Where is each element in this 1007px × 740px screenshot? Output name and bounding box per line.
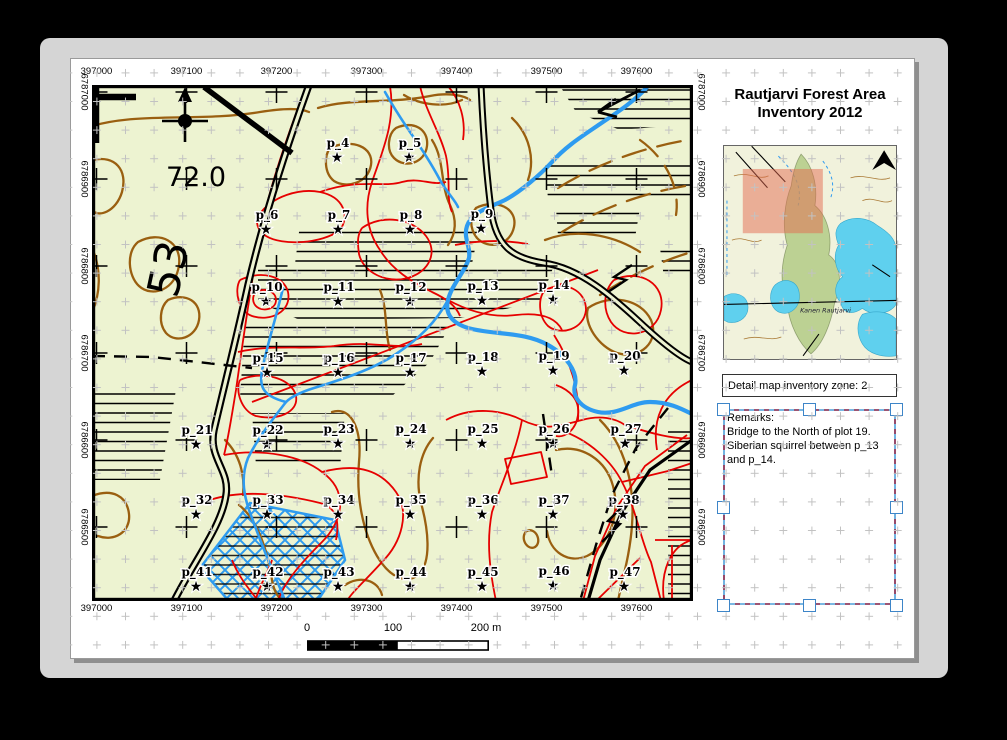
y-axis-label-left: 6786700 (79, 335, 90, 372)
selection-handle[interactable] (890, 501, 903, 514)
plot-star-marker: ★ (404, 364, 417, 380)
y-axis-label-right: 6787000 (696, 74, 707, 111)
y-axis-label-right: 6786700 (696, 335, 707, 372)
x-axis-label-top: 397200 (247, 66, 307, 77)
plot-star-marker: ★ (261, 436, 274, 452)
plot-star-marker: ★ (403, 149, 416, 165)
plot-star-marker: ★ (476, 435, 489, 451)
plot-star-marker: ★ (331, 149, 344, 165)
plot-star-marker: ★ (332, 221, 345, 237)
y-axis-label-left: 6786600 (79, 422, 90, 459)
stand-number-72: 72.0 (166, 162, 226, 193)
plot-star-marker: ★ (190, 506, 203, 522)
y-axis-label-left: 6786900 (79, 161, 90, 198)
x-axis-label-top: 397600 (607, 66, 667, 77)
plot-star-marker: ★ (404, 578, 417, 594)
plot-star-marker: ★ (476, 506, 489, 522)
scalebar-graphic (297, 639, 557, 659)
x-axis-label-bottom: 397300 (337, 603, 397, 614)
plot-star-marker: ★ (404, 435, 417, 451)
x-axis-label-bottom: 397500 (517, 603, 577, 614)
detail-label-box[interactable]: Detail map inventory zone: 2 (722, 374, 897, 397)
selection-handle[interactable] (890, 599, 903, 612)
y-axis-label-left: 6786800 (79, 248, 90, 285)
x-axis-label-bottom: 397000 (67, 603, 127, 614)
selection-handle[interactable] (717, 403, 730, 416)
plot-star-marker: ★ (261, 506, 274, 522)
plot-star-marker: ★ (404, 221, 417, 237)
scale-bar[interactable]: 0 100 200 m (297, 622, 557, 658)
selection-handle[interactable] (717, 599, 730, 612)
scalebar-label-100: 100 (363, 622, 423, 634)
y-axis-label-right: 6786900 (696, 161, 707, 198)
overview-map[interactable]: Kanen Rautjarvi (723, 145, 897, 360)
y-axis-label-right: 6786600 (696, 422, 707, 459)
scalebar-label-0: 0 (277, 622, 337, 634)
detail-label-text: Detail map inventory zone: 2 (728, 380, 867, 392)
plot-star-marker: ★ (332, 578, 345, 594)
y-axis-label-right: 6786500 (696, 509, 707, 546)
x-axis-label-bottom: 397200 (247, 603, 307, 614)
plot-star-marker: ★ (547, 291, 560, 307)
plot-star-marker: ★ (618, 578, 631, 594)
selection-handle[interactable] (803, 403, 816, 416)
remarks-line: Bridge to the North of plot 19. (727, 425, 879, 439)
remarks-box[interactable]: Remarks: Bridge to the North of plot 19.… (723, 409, 896, 605)
remarks-line: Siberian squirrel between p_13 (727, 439, 879, 453)
y-axis-label-left: 6787000 (79, 74, 90, 111)
plot-star-marker: ★ (190, 578, 203, 594)
remarks-line: and p_14. (727, 453, 879, 467)
map-title[interactable]: Rautjarvi Forest Area Inventory 2012 (715, 86, 905, 122)
plot-star-marker: ★ (190, 436, 203, 452)
plot-star-marker: ★ (619, 435, 632, 451)
plot-star-marker: ★ (547, 506, 560, 522)
plot-star-marker: ★ (547, 577, 560, 593)
overview-map-canvas: Kanen Rautjarvi (724, 146, 896, 359)
scalebar-label-200: 200 m (456, 622, 516, 634)
selection-handle[interactable] (717, 501, 730, 514)
x-axis-label-top: 397100 (157, 66, 217, 77)
plot-star-marker: ★ (332, 435, 345, 451)
plot-star-marker: ★ (261, 364, 274, 380)
plot-star-marker: ★ (475, 220, 488, 236)
plot-star-marker: ★ (476, 578, 489, 594)
selection-handle[interactable] (890, 403, 903, 416)
current-extent-overlay (743, 169, 823, 233)
plot-star-marker: ★ (332, 364, 345, 380)
remarks-text: Remarks: Bridge to the North of plot 19.… (727, 411, 879, 467)
plot-star-marker: ★ (618, 362, 631, 378)
overview-lake-label: Kanen Rautjarvi (800, 306, 851, 314)
plot-star-marker: ★ (476, 292, 489, 308)
plot-star-marker: ★ (547, 435, 560, 451)
title-line-1: Rautjarvi Forest Area (715, 86, 905, 104)
plot-star-marker: ★ (260, 221, 273, 237)
x-axis-label-top: 397500 (517, 66, 577, 77)
plot-star-marker: ★ (261, 578, 274, 594)
plot-star-marker: ★ (332, 506, 345, 522)
y-axis-label-right: 6786800 (696, 248, 707, 285)
main-map[interactable]: 72.0 53 p_4★p_5★p_6★p_7★p_8★p_9★p_10★p_1… (92, 85, 693, 601)
plot-star-marker: ★ (404, 293, 417, 309)
plot-star-marker: ★ (260, 293, 273, 309)
x-axis-label-bottom: 397400 (427, 603, 487, 614)
y-axis-label-left: 6786500 (79, 509, 90, 546)
selection-handle[interactable] (803, 599, 816, 612)
plot-star-marker: ★ (404, 506, 417, 522)
qgis-layout-view: 72.0 53 p_4★p_5★p_6★p_7★p_8★p_9★p_10★p_1… (0, 0, 1007, 740)
title-line-2: Inventory 2012 (715, 104, 905, 122)
x-axis-label-bottom: 397100 (157, 603, 217, 614)
plot-star-marker: ★ (617, 506, 630, 522)
plot-star-marker: ★ (332, 293, 345, 309)
x-axis-label-top: 397400 (427, 66, 487, 77)
x-axis-label-bottom: 397600 (607, 603, 667, 614)
plot-star-marker: ★ (547, 362, 560, 378)
x-axis-label-top: 397000 (67, 66, 127, 77)
x-axis-label-top: 397300 (337, 66, 397, 77)
plot-star-marker: ★ (476, 363, 489, 379)
